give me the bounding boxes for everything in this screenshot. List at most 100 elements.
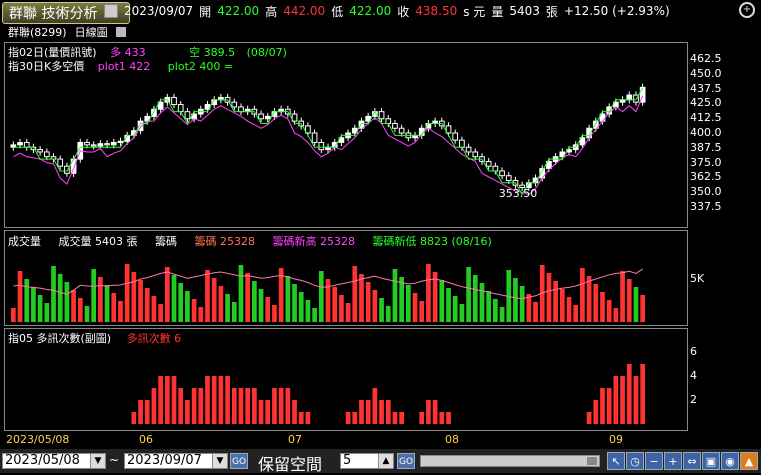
volume-bar bbox=[104, 285, 110, 322]
volume-bar bbox=[31, 287, 36, 322]
signal-bar bbox=[345, 412, 351, 424]
period-label[interactable]: 日線圖 bbox=[75, 24, 108, 40]
low-label: 低 bbox=[331, 4, 344, 19]
candle-body bbox=[472, 151, 479, 158]
signal-bar bbox=[292, 400, 297, 424]
candle-body bbox=[258, 113, 264, 120]
volume-bar bbox=[151, 296, 157, 322]
volume-bar bbox=[586, 276, 592, 322]
signal-bar bbox=[298, 412, 304, 424]
stepper-icon[interactable]: ▲ bbox=[378, 454, 393, 468]
date-label: 2023/05/08 bbox=[6, 433, 70, 446]
signal-bar bbox=[372, 388, 378, 424]
zoom-icon[interactable]: + bbox=[739, 2, 755, 18]
volume-bar bbox=[379, 298, 384, 322]
high-value: 442.00 bbox=[283, 4, 326, 18]
volume-bar bbox=[479, 283, 485, 322]
volume-bar bbox=[339, 295, 344, 322]
go-button-2[interactable]: GO bbox=[397, 453, 415, 469]
signal-ytick: 6 bbox=[690, 345, 697, 358]
volume-bar bbox=[613, 308, 619, 322]
volume-bar bbox=[44, 303, 50, 322]
volume-bar bbox=[84, 306, 90, 322]
go-button[interactable]: GO bbox=[230, 453, 248, 469]
signal-chart bbox=[131, 364, 645, 424]
volume-bar bbox=[238, 265, 244, 322]
signal-bar bbox=[359, 400, 364, 424]
dropdown-icon[interactable] bbox=[115, 27, 126, 37]
volume-bar bbox=[51, 266, 56, 322]
candle-body bbox=[378, 111, 385, 120]
from-date-input[interactable]: 2023/05/08 ▼ bbox=[2, 453, 106, 469]
volume-bar bbox=[626, 279, 632, 322]
candle-body bbox=[17, 141, 23, 146]
volume-bar bbox=[77, 298, 83, 322]
signal-bar bbox=[245, 388, 251, 424]
signal-bar bbox=[144, 400, 150, 424]
candle-body bbox=[492, 165, 499, 172]
clock-icon[interactable]: ◷ bbox=[626, 452, 644, 470]
candle-body bbox=[104, 143, 110, 146]
bottom-toolbar: 2023/05/08 ▼ ~ 2023/09/07 ▼ GO 保留空間 5 ▲ … bbox=[0, 449, 761, 474]
volume-bar bbox=[513, 278, 518, 322]
expand-icon[interactable]: ⇔ bbox=[683, 452, 701, 470]
scroll-thumb[interactable] bbox=[587, 457, 597, 465]
volume-bar bbox=[258, 289, 264, 322]
horizontal-scrollbar[interactable] bbox=[420, 455, 600, 467]
volume-bar bbox=[185, 291, 190, 322]
volume-bar bbox=[265, 297, 271, 322]
volume-bar bbox=[131, 272, 137, 322]
volume-bar bbox=[606, 300, 612, 322]
candle-body bbox=[318, 141, 325, 151]
low-value: 422.00 bbox=[349, 4, 392, 18]
to-date-text: 2023/09/07 bbox=[127, 453, 202, 468]
volume-bar bbox=[178, 283, 184, 322]
chevron-down-icon[interactable]: ▼ bbox=[90, 454, 105, 468]
candle-body bbox=[184, 111, 191, 120]
volume-bar bbox=[225, 294, 230, 322]
bell-icon[interactable]: ▲ bbox=[740, 452, 758, 470]
volume-bar bbox=[620, 271, 625, 322]
volume-bar bbox=[385, 306, 391, 322]
signal-bar bbox=[178, 388, 184, 424]
volume-bar bbox=[472, 275, 478, 322]
signal-ytick: 4 bbox=[690, 369, 697, 382]
minus-icon[interactable]: − bbox=[645, 452, 663, 470]
zoom-in-icon[interactable]: ↖ bbox=[607, 452, 625, 470]
price-ytick: 362.5 bbox=[690, 170, 722, 184]
calendar-icon[interactable] bbox=[104, 4, 118, 18]
volume-bar bbox=[158, 304, 163, 322]
volume-bar bbox=[124, 264, 130, 322]
candle-body bbox=[90, 144, 97, 147]
open-label: 開 bbox=[199, 4, 212, 19]
reserve-space-input[interactable]: 5 ▲ bbox=[340, 453, 394, 469]
open-value: 422.00 bbox=[217, 4, 260, 18]
price-ytick: 450.0 bbox=[690, 66, 722, 80]
fit-icon[interactable]: ▣ bbox=[702, 452, 720, 470]
plus-icon[interactable]: + bbox=[664, 452, 682, 470]
candle-body bbox=[626, 94, 633, 101]
signal-bar bbox=[305, 412, 311, 424]
volume-bar bbox=[372, 290, 378, 322]
candle-body bbox=[84, 141, 90, 146]
candle-body bbox=[264, 115, 271, 120]
volume-bar bbox=[486, 291, 492, 322]
volume-bar bbox=[526, 294, 532, 322]
chevron-down-icon[interactable]: ▼ bbox=[212, 454, 227, 468]
price-chart: 353.50 bbox=[10, 83, 646, 200]
camera-icon[interactable]: ◉ bbox=[721, 452, 739, 470]
price-ytick: 437.5 bbox=[690, 81, 722, 95]
signal-bar bbox=[164, 376, 170, 424]
signal-bar bbox=[352, 412, 358, 424]
price-ytick: 337.5 bbox=[690, 200, 722, 214]
signal-bar bbox=[620, 376, 625, 424]
date-axis: 2023/05/08 06 07 08 09 bbox=[0, 433, 761, 447]
volume-bar bbox=[91, 269, 97, 322]
volume-bar bbox=[459, 304, 465, 322]
volume-unit: 張 bbox=[545, 4, 558, 19]
candle-body bbox=[43, 151, 50, 158]
to-date-input[interactable]: 2023/09/07 ▼ bbox=[124, 453, 228, 469]
volume-bar bbox=[546, 273, 552, 322]
date-label: 06 bbox=[139, 433, 153, 446]
from-date-text: 2023/05/08 bbox=[5, 453, 80, 468]
